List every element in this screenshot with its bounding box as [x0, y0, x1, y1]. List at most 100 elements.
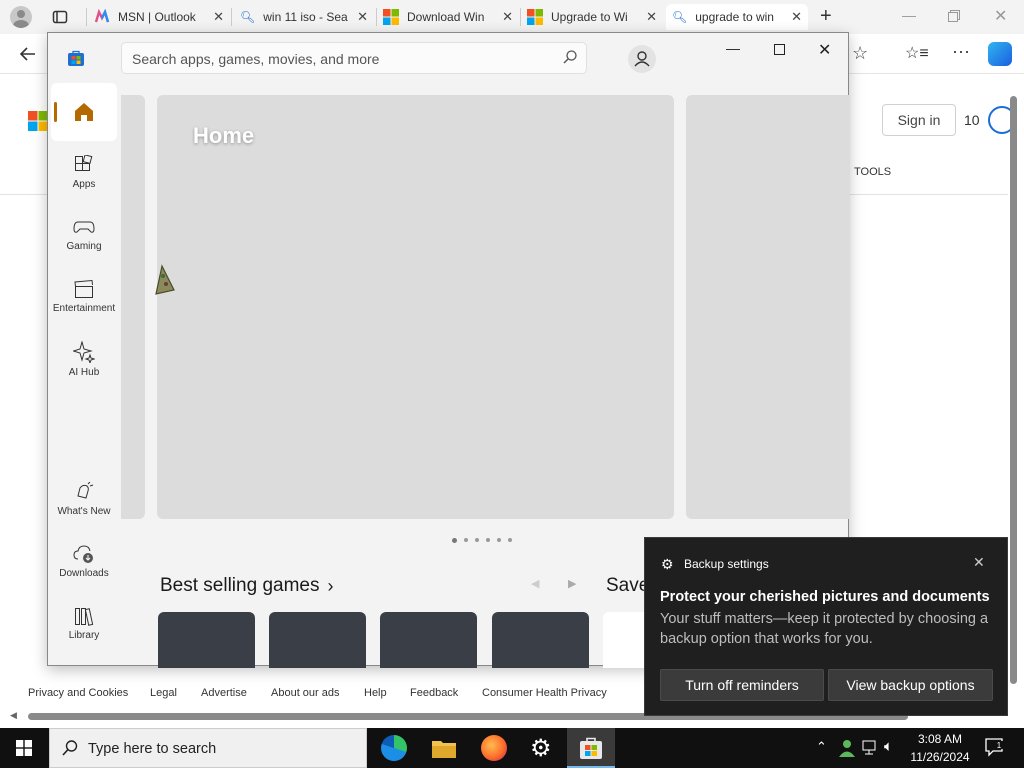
footer-about-ads-link[interactable]: About our ads [271, 687, 340, 699]
sparkle-icon [51, 341, 117, 363]
start-button[interactable] [0, 728, 48, 768]
nav-apps[interactable]: Apps [51, 145, 117, 203]
close-window-icon[interactable]: ✕ [994, 6, 1007, 26]
hero-card-previous[interactable] [121, 95, 145, 519]
tab-label: win 11 iso - Sea [263, 10, 348, 24]
clapperboard-icon [51, 279, 117, 299]
tab-upgrade-windows[interactable]: Upgrade to Wi ✕ [523, 4, 663, 30]
hero-card-main[interactable]: Home [157, 95, 674, 519]
scroll-thumb[interactable] [1010, 96, 1017, 684]
scroll-next-icon[interactable]: ▶ [568, 577, 576, 590]
copilot-icon[interactable] [988, 42, 1012, 66]
carousel-dot[interactable] [486, 538, 490, 542]
action-center-icon[interactable]: 1 [984, 737, 1004, 757]
volume-icon[interactable]: 🔈︎ [884, 738, 893, 755]
favorite-star-icon[interactable]: ☆ [852, 43, 868, 64]
turn-off-reminders-button[interactable]: Turn off reminders [660, 669, 824, 701]
game-card[interactable] [158, 612, 255, 668]
section-title-save[interactable]: Save [606, 575, 649, 597]
scroll-prev-icon[interactable]: ◀ [531, 577, 539, 590]
tab-search-upgrade[interactable]: 🔍︎ upgrade to win ✕ [666, 4, 808, 30]
store-taskbar-button[interactable] [567, 728, 615, 768]
game-card[interactable] [380, 612, 477, 668]
nav-whats-new[interactable]: What's New [51, 472, 117, 530]
nav-apps-label: Apps [72, 179, 96, 190]
game-card[interactable] [269, 612, 366, 668]
tray-overflow-chevron-icon[interactable]: ⌃ [816, 739, 827, 755]
tab-msn[interactable]: MSN | Outlook ✕ [90, 4, 230, 30]
new-tab-plus-icon[interactable]: + [820, 5, 832, 28]
windows-taskbar: Type here to search ⚙ ⌃ 🔈︎ 3:08 AM 11/26… [0, 728, 1024, 768]
taskbar-search-box[interactable]: Type here to search [49, 728, 367, 768]
footer-advertise-link[interactable]: Advertise [201, 687, 247, 699]
hero-card-next[interactable] [686, 95, 850, 519]
more-menu-icon[interactable]: ··· [952, 41, 970, 62]
close-tab-icon[interactable]: ✕ [213, 9, 224, 25]
minimize-icon[interactable]: — [902, 7, 916, 23]
dismiss-notification-icon[interactable]: ✕ [973, 554, 985, 571]
footer-help-link[interactable]: Help [364, 687, 387, 699]
windows-logo-icon [383, 9, 399, 25]
footer-privacy-link[interactable]: Privacy and Cookies [28, 687, 128, 699]
nav-home[interactable] [51, 83, 117, 141]
nav-tools[interactable]: TOOLS [854, 166, 891, 178]
loading-cursor-icon [152, 262, 178, 296]
footer-legal-link[interactable]: Legal [150, 687, 177, 699]
store-logo-icon [68, 50, 84, 66]
backup-notification: ⚙ Backup settings ✕ Protect your cherish… [644, 537, 1008, 716]
network-icon[interactable] [862, 740, 880, 756]
people-tray-icon[interactable] [838, 739, 856, 757]
tab-download-windows[interactable]: Download Win ✕ [379, 4, 519, 30]
sign-in-button[interactable]: Sign in [882, 104, 956, 136]
store-maximize-icon[interactable] [774, 44, 785, 55]
active-indicator [54, 102, 57, 122]
microsoft-logo-icon [28, 111, 48, 131]
windows-logo-icon [527, 9, 543, 25]
nav-downloads[interactable]: Downloads [51, 534, 117, 592]
carousel-dot[interactable] [464, 538, 468, 542]
store-close-icon[interactable]: ✕ [818, 40, 831, 60]
view-backup-options-button[interactable]: View backup options [828, 669, 993, 701]
restore-icon[interactable] [948, 9, 960, 22]
search-icon[interactable] [562, 49, 578, 65]
section-title-best-selling[interactable]: Best selling games › [160, 575, 333, 597]
profile-avatar[interactable] [10, 6, 32, 28]
tab-actions-icon[interactable] [52, 9, 68, 25]
settings-taskbar-icon[interactable]: ⚙ [530, 734, 552, 763]
game-card[interactable] [492, 612, 589, 668]
carousel-dot[interactable] [508, 538, 512, 542]
close-tab-icon[interactable]: ✕ [791, 9, 802, 25]
favorites-list-icon[interactable]: ☆≡ [905, 43, 929, 63]
file-explorer-icon[interactable] [432, 738, 456, 758]
footer-feedback-link[interactable]: Feedback [410, 687, 458, 699]
search-icon [61, 739, 79, 757]
msn-icon [94, 8, 110, 25]
store-search-box[interactable]: Search apps, games, movies, and more [121, 42, 587, 74]
clock-time[interactable]: 3:08 AM [912, 732, 968, 746]
account-icon[interactable] [628, 45, 656, 73]
settings-gear-icon: ⚙ [661, 556, 674, 572]
carousel-pager[interactable] [452, 538, 522, 546]
clock-date[interactable]: 11/26/2024 [906, 750, 974, 764]
carousel-dot[interactable] [497, 538, 501, 542]
nav-ai-hub[interactable]: AI Hub [51, 331, 117, 389]
close-tab-icon[interactable]: ✕ [502, 9, 513, 25]
footer-health-privacy-link[interactable]: Consumer Health Privacy [482, 687, 607, 699]
firefox-icon[interactable] [481, 735, 507, 761]
notification-app-name: Backup settings [684, 557, 769, 571]
nav-entertainment[interactable]: Entertainment [51, 269, 117, 327]
tab-search-iso[interactable]: 🔍︎ win 11 iso - Sea ✕ [234, 4, 374, 30]
tab-label: Upgrade to Wi [551, 10, 628, 24]
rewards-points[interactable]: 10 [964, 112, 980, 128]
carousel-dot[interactable] [475, 538, 479, 542]
close-tab-icon[interactable]: ✕ [357, 9, 368, 25]
store-minimize-icon[interactable]: — [726, 40, 740, 56]
nav-library[interactable]: Library [51, 596, 117, 654]
nav-gaming[interactable]: Gaming [51, 207, 117, 265]
carousel-dot-active[interactable] [452, 538, 457, 543]
scroll-left-icon[interactable]: ◀ [10, 710, 17, 721]
vertical-scrollbar[interactable] [1008, 82, 1020, 706]
close-tab-icon[interactable]: ✕ [646, 9, 657, 25]
back-arrow-icon[interactable] [18, 44, 38, 64]
edge-taskbar-icon[interactable] [381, 735, 407, 761]
